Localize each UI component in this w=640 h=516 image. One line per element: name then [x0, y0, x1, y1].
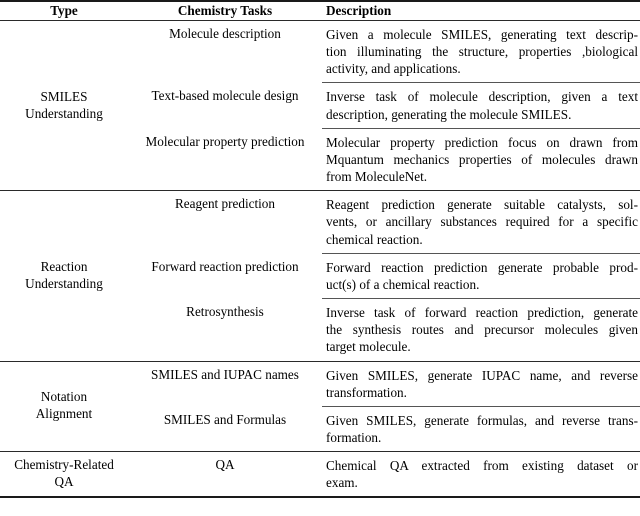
chemistry-tasks-table: Type Chemistry Tasks Description SMILES Unde… [0, 0, 640, 500]
table-bottom-rule [0, 496, 640, 500]
column-header-type: Type [50, 3, 78, 18]
task-description: Forward reaction prediction generate pro… [322, 254, 640, 299]
table-row: Chemistry-Related QA QA Chemical QA extract… [0, 452, 640, 497]
description-line: Given SMILES, generate formulas, and rev… [326, 412, 638, 428]
description-line: vents, or ancillary substances required … [326, 214, 638, 230]
description-line: activity, and applications. [326, 61, 461, 77]
task-name: SMILES and Formulas [163, 411, 287, 427]
type-label-line-2: Understanding [25, 275, 103, 291]
description-line: transformation. [326, 384, 407, 400]
task-name: Forward reaction prediction [151, 258, 299, 274]
table-header-row: Type Chemistry Tasks Description [0, 2, 640, 21]
task-description: Chemical QA extracted from existing data… [322, 452, 640, 497]
task-description: Molecular property prediction focus on d… [322, 129, 640, 191]
task-name: Molecule description [169, 26, 281, 41]
type-group-label: Notation Alignment [0, 362, 128, 452]
task-description: Inverse task of forward reaction predict… [322, 299, 640, 361]
task-name: Text-based molecule design [151, 88, 299, 104]
description-line: Given a molecule SMILES, generating text… [326, 27, 638, 42]
description-line: Given SMILES, generate IUPAC name, and r… [326, 367, 638, 383]
task-description: Given a molecule SMILES, generating text… [322, 21, 640, 83]
description-line: the synthesis routes and precursor molec… [326, 322, 638, 338]
task-name: SMILES and IUPAC names [151, 366, 299, 382]
description-line: Forward reaction prediction generate pro… [326, 259, 638, 275]
type-label-line-2: QA [54, 474, 74, 490]
column-header-description: Description [326, 3, 392, 18]
task-name: Retrosynthesis [186, 304, 264, 320]
description-line: chemical reaction. [326, 231, 423, 247]
description-line: uct(s) of a chemical reaction. [326, 276, 480, 292]
table-row: Reaction Understanding Reagent prediction R… [0, 191, 640, 291]
type-label-line-1: Notation [40, 389, 88, 405]
description-line: Inverse task of molecule description, gi… [326, 89, 638, 105]
task-name: Reagent prediction [175, 196, 275, 212]
table-container: Type Chemistry Tasks Description SMILES Unde… [0, 0, 640, 516]
description-line: Molecular property prediction focus on d… [326, 134, 638, 150]
description-line: description, generating the molecule SMI… [326, 106, 572, 122]
description-line: tion illuminating the structure, propert… [326, 44, 638, 60]
task-description: Given SMILES, generate formulas, and rev… [322, 407, 640, 452]
table-row: Notation Alignment SMILES and IUPAC names G… [0, 362, 640, 422]
task-description: Inverse task of molecule description, gi… [322, 83, 640, 128]
task-description: Reagent prediction generate suitable cat… [322, 191, 640, 253]
table-row: SMILES Understanding Molecule description G… [0, 21, 640, 121]
type-label-line-2: Alignment [35, 406, 93, 422]
description-line: exam. [326, 475, 358, 491]
description-line: Reagent prediction generate suitable cat… [326, 197, 638, 213]
type-label-line-2: Understanding [25, 105, 103, 121]
description-line: Inverse task of forward reaction predict… [326, 305, 638, 321]
description-line: from MoleculeNet. [326, 169, 428, 185]
type-group-label: Reaction Understanding [0, 191, 128, 361]
description-line: Chemical QA extracted from existing data… [326, 458, 638, 474]
type-label-line-1: SMILES [40, 88, 88, 104]
description-line: formation. [326, 429, 382, 445]
type-label-line-1: Reaction [40, 258, 88, 274]
task-name: Molecular property prediction [145, 133, 305, 149]
description-line: target molecule. [326, 339, 411, 355]
task-name: QA [215, 457, 235, 473]
type-label-line-1: Chemistry-Related [14, 457, 114, 473]
table-body: Type Chemistry Tasks Description SMILES Unde… [0, 0, 640, 500]
task-description: Given SMILES, generate IUPAC name, and r… [322, 362, 640, 407]
column-header-chemistry-tasks: Chemistry Tasks [177, 3, 273, 18]
type-group-label: SMILES Understanding [0, 21, 128, 191]
description-line: Mquantum mechanics properties of molecul… [326, 151, 638, 167]
type-group-label: Chemistry-Related QA [0, 452, 128, 497]
